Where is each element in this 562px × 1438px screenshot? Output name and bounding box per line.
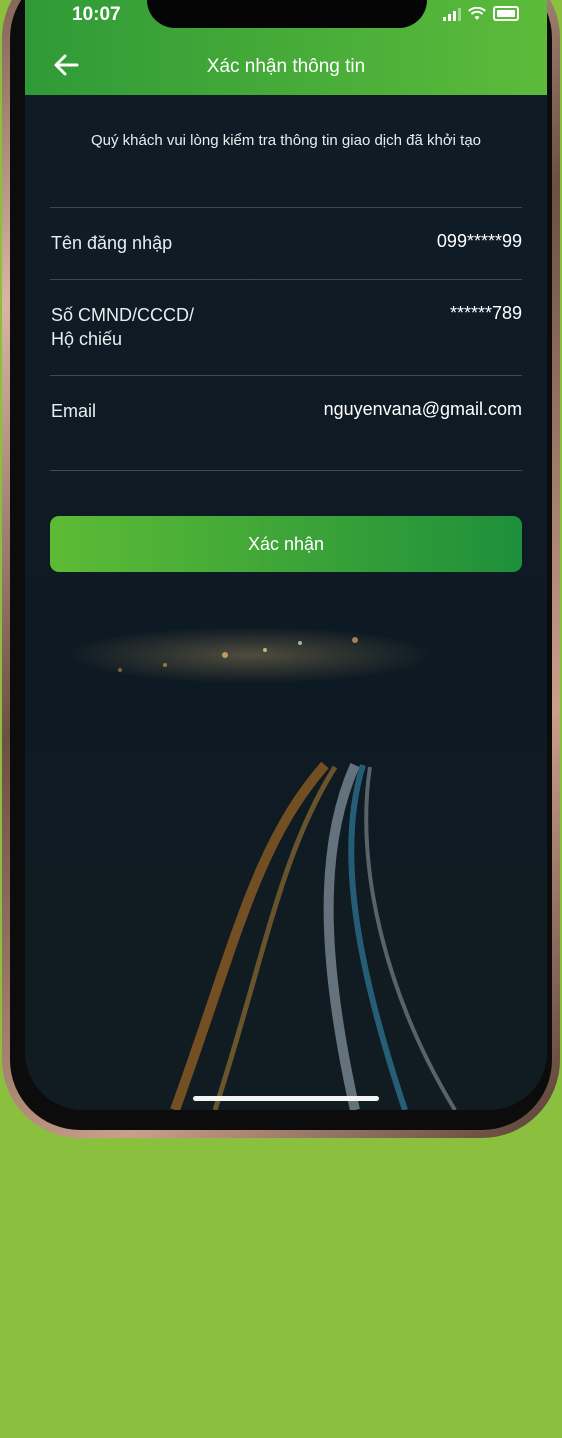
notch xyxy=(147,0,427,28)
divider xyxy=(50,207,522,208)
field-label-username: Tên đăng nhập xyxy=(51,233,173,253)
intro-text: Quý khách vui lòng kiểm tra thông tin gi… xyxy=(90,132,482,149)
status-time: 10:07 xyxy=(72,4,121,25)
signal-icon xyxy=(443,8,461,21)
divider xyxy=(50,375,522,376)
field-value-id-number: ******789 xyxy=(449,303,522,323)
wifi-icon xyxy=(468,7,486,20)
app-screen: 10:07 Xác nhận thông tin Quý khách vui l… xyxy=(25,0,547,1110)
field-label-email: Email xyxy=(51,401,97,421)
content-area: Quý khách vui lòng kiểm tra thông tin gi… xyxy=(25,95,547,1110)
status-icons xyxy=(443,6,519,21)
divider xyxy=(50,470,522,471)
field-value-username: 099*****99 xyxy=(436,231,522,251)
field-value-email: nguyenvana@gmail.com xyxy=(323,399,522,419)
confirm-button[interactable]: Xác nhận xyxy=(50,516,522,572)
field-label-id-number: Số CMND/CCCD/ Hộ chiếu xyxy=(51,305,195,349)
home-indicator[interactable] xyxy=(193,1096,379,1101)
app-header: 10:07 Xác nhận thông tin xyxy=(25,0,547,95)
page-title: Xác nhận thông tin xyxy=(206,56,366,77)
battery-icon xyxy=(493,6,519,21)
divider xyxy=(50,279,522,280)
